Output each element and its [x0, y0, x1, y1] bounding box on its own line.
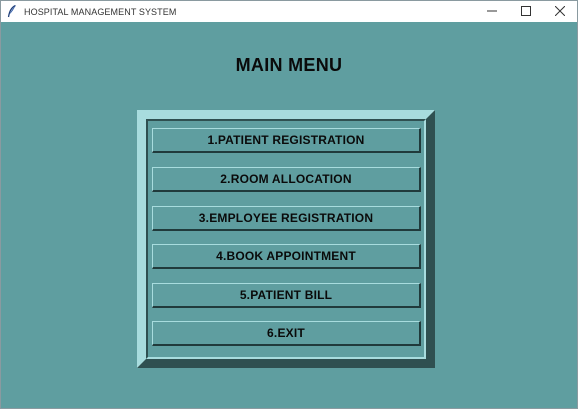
menu-inner-border: 1.PATIENT REGISTRATION 2.ROOM ALLOCATION… — [146, 119, 426, 359]
minimize-button[interactable] — [475, 1, 509, 22]
page-title: MAIN MENU — [235, 55, 343, 75]
title-bar[interactable]: HOSPITAL MANAGEMENT SYSTEM — [1, 1, 577, 22]
menu-frame: 1.PATIENT REGISTRATION 2.ROOM ALLOCATION… — [137, 110, 435, 368]
main-panel: MAIN MENU 1.PATIENT REGISTRATION 2.ROOM … — [1, 22, 577, 408]
maximize-button[interactable] — [509, 1, 543, 22]
patient-registration-button[interactable]: 1.PATIENT REGISTRATION — [152, 128, 421, 153]
window-title: HOSPITAL MANAGEMENT SYSTEM — [24, 6, 177, 17]
feather-icon — [5, 5, 19, 19]
employee-registration-button[interactable]: 3.EMPLOYEE REGISTRATION — [152, 206, 421, 231]
book-appointment-button[interactable]: 4.BOOK APPOINTMENT — [152, 244, 421, 269]
app-window: HOSPITAL MANAGEMENT SYSTEM MAIN MENU 1.P… — [0, 0, 578, 409]
minimize-icon — [487, 3, 497, 21]
maximize-icon — [521, 3, 531, 21]
exit-button[interactable]: 6.EXIT — [152, 321, 421, 346]
room-allocation-button[interactable]: 2.ROOM ALLOCATION — [152, 167, 421, 192]
close-button[interactable] — [543, 1, 577, 22]
close-icon — [554, 3, 566, 21]
window-controls — [475, 1, 577, 22]
patient-bill-button[interactable]: 5.PATIENT BILL — [152, 283, 421, 308]
